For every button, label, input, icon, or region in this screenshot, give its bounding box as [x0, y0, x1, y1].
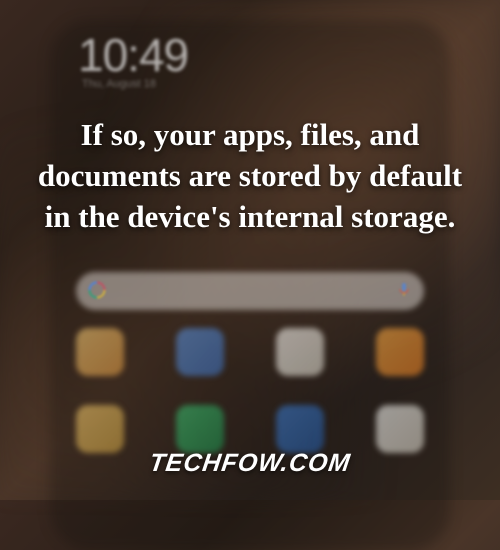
- main-text-overlay: If so, your apps, files, and documents a…: [28, 115, 472, 238]
- app-icon: [176, 405, 224, 453]
- app-icon: [376, 328, 424, 376]
- mic-icon: [396, 281, 412, 297]
- app-icon-row-2: [76, 405, 424, 453]
- app-icon-row-1: [76, 328, 424, 376]
- phone-clock: 10:49: [78, 28, 188, 82]
- app-icon: [76, 328, 124, 376]
- watermark-branding: TECHFOW.COM: [0, 449, 500, 478]
- phone-date: Thu, August 18: [82, 78, 156, 90]
- app-icon: [376, 405, 424, 453]
- app-icon: [276, 328, 324, 376]
- google-icon: [88, 281, 106, 299]
- app-icon: [276, 405, 324, 453]
- app-icon: [176, 328, 224, 376]
- app-icon: [76, 405, 124, 453]
- phone-search-bar: [76, 272, 424, 310]
